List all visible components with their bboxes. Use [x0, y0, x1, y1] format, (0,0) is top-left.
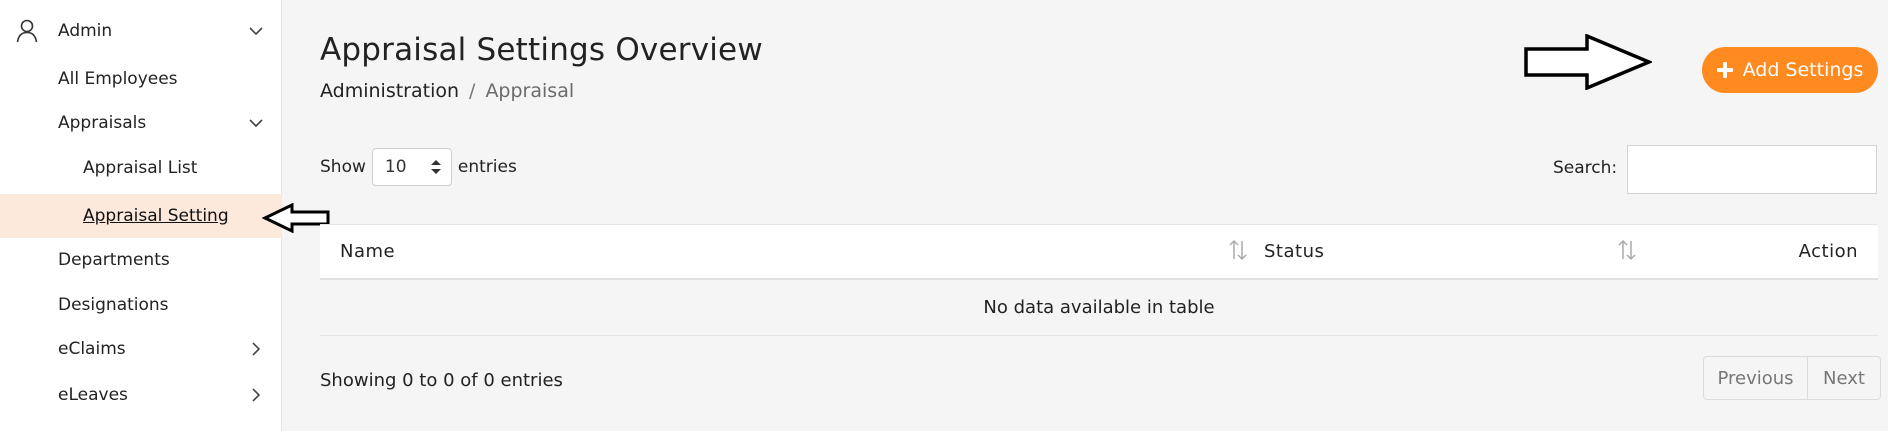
- annotation-arrow-right-icon: [1524, 34, 1652, 90]
- sidebar-item-departments[interactable]: Departments: [0, 238, 282, 282]
- show-label: Show: [320, 157, 366, 177]
- user-icon: [16, 19, 38, 43]
- chevron-right-icon: [252, 342, 261, 356]
- showing-info: Showing 0 to 0 of 0 entries: [320, 370, 563, 391]
- sidebar-item-appraisal-list[interactable]: Appraisal List: [0, 146, 282, 190]
- next-button[interactable]: Next: [1808, 357, 1880, 399]
- sidebar-item-label: Designations: [58, 295, 169, 315]
- select-arrows-icon: [430, 160, 441, 174]
- sidebar: Admin All Employees Appraisals Appraisal…: [0, 0, 282, 431]
- sidebar-item-appraisals[interactable]: Appraisals: [0, 101, 282, 145]
- search-input[interactable]: [1627, 145, 1877, 194]
- sidebar-item-label: Departments: [58, 250, 170, 270]
- page-title: Appraisal Settings Overview: [320, 32, 763, 68]
- breadcrumb-administration[interactable]: Administration: [320, 80, 459, 102]
- sidebar-item-label: Admin: [58, 21, 113, 41]
- sidebar-item-eleaves[interactable]: eLeaves: [0, 373, 282, 417]
- empty-message: No data available in table: [983, 297, 1215, 318]
- previous-button[interactable]: Previous: [1704, 357, 1808, 399]
- chevron-down-icon: [249, 119, 263, 128]
- add-settings-label: Add Settings: [1742, 59, 1864, 81]
- sidebar-item-label: eLeaves: [58, 385, 128, 405]
- breadcrumb: Administration / Appraisal: [320, 80, 574, 102]
- entries-select-value: 10: [384, 157, 407, 177]
- entries-select[interactable]: 10: [371, 148, 452, 186]
- sidebar-item-designations[interactable]: Designations: [0, 283, 282, 327]
- breadcrumb-current: Appraisal: [485, 80, 575, 102]
- sidebar-item-label: All Employees: [58, 69, 178, 89]
- appraisal-settings-table: Name Status Action No data available in …: [320, 224, 1878, 336]
- breadcrumb-separator: /: [469, 80, 476, 102]
- sort-icon[interactable]: [1228, 239, 1248, 261]
- column-header-name[interactable]: Name: [340, 241, 395, 262]
- search-label: Search:: [1553, 158, 1618, 178]
- sidebar-item-label: eClaims: [58, 339, 126, 359]
- entries-label: entries: [457, 157, 517, 177]
- table-empty-row: No data available in table: [320, 280, 1878, 336]
- sidebar-item-admin[interactable]: Admin: [0, 9, 282, 53]
- entries-control: Show 10 entries: [320, 148, 517, 186]
- sidebar-item-label: Appraisal List: [83, 158, 198, 178]
- add-settings-button[interactable]: Add Settings: [1702, 47, 1878, 93]
- sidebar-item-appraisal-setting[interactable]: Appraisal Setting: [0, 194, 282, 238]
- column-header-action: Action: [1798, 241, 1858, 262]
- sidebar-item-eclaims[interactable]: eClaims: [0, 327, 282, 371]
- chevron-down-icon: [249, 27, 263, 36]
- plus-icon: [1716, 62, 1733, 78]
- column-header-status[interactable]: Status: [1264, 241, 1324, 262]
- sidebar-item-label: Appraisals: [58, 113, 147, 133]
- pagination: Previous Next: [1703, 356, 1881, 400]
- sidebar-item-label: Appraisal Setting: [83, 206, 229, 226]
- chevron-right-icon: [252, 388, 261, 402]
- table-header: Name Status Action: [320, 224, 1878, 280]
- sort-icon[interactable]: [1617, 239, 1637, 261]
- sidebar-item-all-employees[interactable]: All Employees: [0, 57, 282, 101]
